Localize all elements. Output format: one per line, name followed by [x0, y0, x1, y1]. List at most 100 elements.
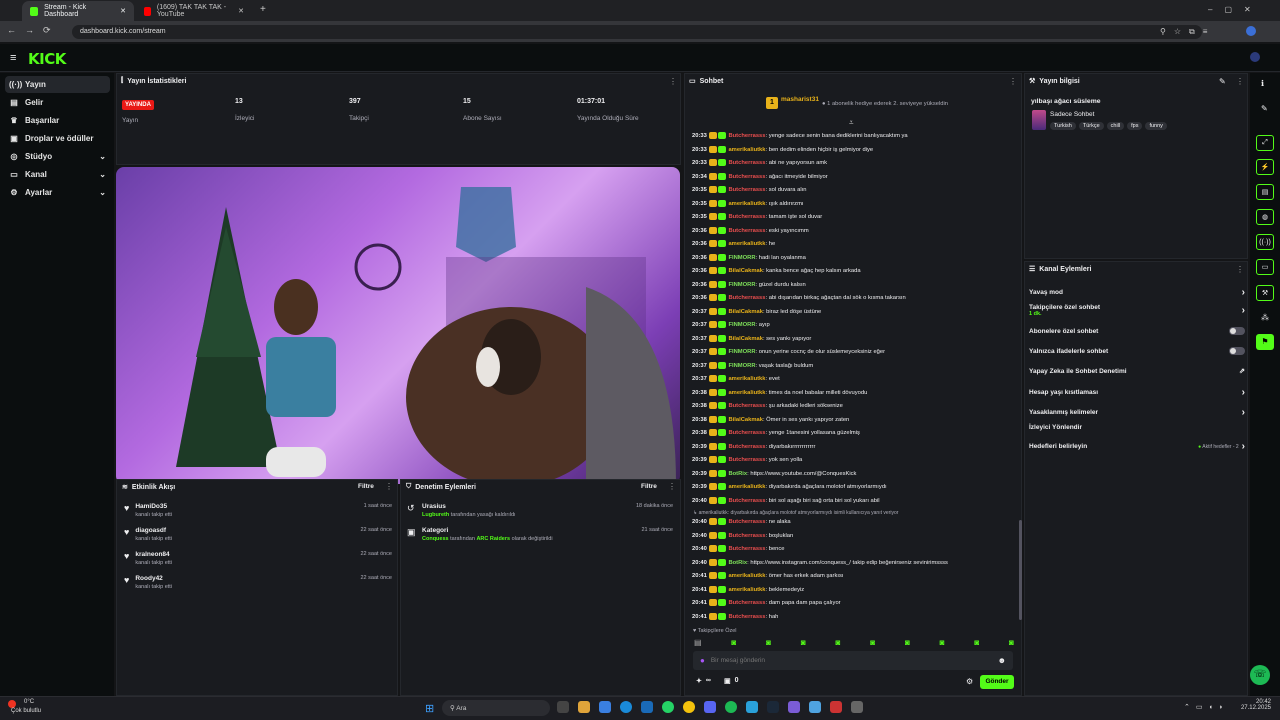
- taskbar-search[interactable]: ⚲ Ara: [442, 700, 550, 716]
- chat-username[interactable]: Butcherrasss: [728, 444, 765, 450]
- app-icon[interactable]: [788, 701, 800, 713]
- chat-username[interactable]: Butcherrasss: [728, 457, 765, 463]
- rail-button-broadcast[interactable]: ((·)): [1256, 234, 1274, 250]
- option-goals[interactable]: Hedefleri belirleyin ● Aktif hedefler - 2…: [1029, 441, 1245, 452]
- sidebar-item-droplar[interactable]: ▣ Droplar ve ödüller: [5, 130, 110, 147]
- tag[interactable]: chill: [1106, 122, 1125, 130]
- clock[interactable]: 20:42 27.12.2025: [1239, 699, 1271, 711]
- whatsapp-icon[interactable]: [662, 701, 674, 713]
- spotify-icon[interactable]: [725, 701, 737, 713]
- follower-name[interactable]: diagoasdf: [135, 527, 172, 534]
- moderator-name[interactable]: Conquess: [422, 536, 449, 542]
- chat-username[interactable]: Butcherrasss: [728, 614, 765, 620]
- points-counter[interactable]: ✦ ∞: [696, 677, 711, 685]
- chat-more-icon[interactable]: ⋮: [1009, 77, 1017, 86]
- sidebar-item-gelir[interactable]: ▤ Gelir: [5, 94, 110, 111]
- option-emotes-only[interactable]: Yalnızca ifadelerle sohbet: [1029, 347, 1245, 355]
- chat-username[interactable]: FINMORR: [728, 322, 755, 328]
- chat-username[interactable]: amerikaliutkk: [728, 241, 765, 247]
- chat-username[interactable]: Butcherrasss: [728, 133, 765, 139]
- chat-username[interactable]: FINMORR: [728, 363, 755, 369]
- moderation-more-icon[interactable]: ⋮: [668, 482, 676, 491]
- emote-icon[interactable]: ◙: [766, 638, 771, 648]
- support-chat-icon[interactable]: ☏: [1250, 665, 1270, 685]
- chat-username[interactable]: amerikaliutkk: [728, 201, 765, 207]
- chat-username[interactable]: Butcherrasss: [728, 214, 765, 220]
- chat-username[interactable]: Butcherrasss: [728, 533, 765, 539]
- chat-username[interactable]: Butcherrasss: [728, 430, 765, 436]
- stream-preview[interactable]: [116, 167, 680, 484]
- chat-username[interactable]: BotRix: [728, 471, 747, 477]
- option-slow-mode[interactable]: Yavaş mod ›: [1029, 287, 1245, 298]
- kick-rail-icon[interactable]: ⚑: [1256, 334, 1274, 350]
- sidebar-item-yayin[interactable]: ((·)) Yayın: [5, 76, 110, 93]
- emote-icon[interactable]: ▤: [694, 638, 702, 648]
- follower-name[interactable]: kralneon84: [135, 551, 172, 558]
- edit-icon[interactable]: ✎: [1219, 77, 1226, 86]
- info-icon[interactable]: ℹ: [1261, 79, 1264, 88]
- option-account-age[interactable]: Hesap yaşı kısıtlaması ›: [1029, 387, 1245, 398]
- emote-icon[interactable]: ◙: [940, 638, 945, 648]
- moderation-filter-button[interactable]: Filtre: [641, 483, 657, 490]
- toggle-switch[interactable]: [1229, 347, 1245, 355]
- tag[interactable]: Türkçe: [1078, 122, 1104, 130]
- chat-username[interactable]: BilalCakmak: [728, 417, 762, 423]
- moderator-name[interactable]: Lugbureth: [422, 512, 449, 518]
- emote-icon[interactable]: ◙: [905, 638, 910, 648]
- chat-username[interactable]: Butcherrasss: [728, 600, 765, 606]
- option-raid[interactable]: İzleyici Yönlendir: [1029, 424, 1245, 431]
- steam-icon[interactable]: [767, 701, 779, 713]
- chat-input[interactable]: ● ☻: [693, 651, 1013, 670]
- user-avatar[interactable]: [1250, 52, 1260, 62]
- browser-toolbar-icons[interactable]: ⚲☆⧉≡: [1160, 27, 1215, 37]
- chat-username[interactable]: FINMORR: [728, 255, 755, 261]
- tray-icons[interactable]: ⌃▭◖◗: [1184, 703, 1229, 711]
- emote-icon[interactable]: ◙: [870, 638, 875, 648]
- rail-button-flash[interactable]: ⚡: [1256, 159, 1274, 175]
- rail-button-panel[interactable]: ▭: [1256, 259, 1274, 275]
- chat-username[interactable]: BilalCakmak: [728, 268, 762, 274]
- chat-username[interactable]: BilalCakmak: [728, 309, 762, 315]
- emote-icon[interactable]: ◙: [974, 638, 979, 648]
- stats-more-icon[interactable]: ⋮: [669, 77, 677, 86]
- emote-icon[interactable]: ◙: [1009, 638, 1014, 648]
- chat-username[interactable]: FINMORR: [728, 282, 755, 288]
- chat-username[interactable]: FINMORR: [728, 349, 755, 355]
- chat-message-field[interactable]: [710, 657, 971, 664]
- sidebar-item-studyo[interactable]: ◎ Stüdyo ⌄: [5, 148, 110, 165]
- chat-username[interactable]: Butcherrasss: [728, 403, 765, 409]
- sidebar-item-basarilar[interactable]: ♛ Başarılar: [5, 112, 110, 129]
- chat-username[interactable]: BilalCakmak: [728, 336, 762, 342]
- activity-more-icon[interactable]: ⋮: [385, 482, 393, 491]
- edge-icon[interactable]: [620, 701, 632, 713]
- explorer-icon[interactable]: [578, 701, 590, 713]
- profile-avatar[interactable]: [1246, 26, 1256, 36]
- settings-icon[interactable]: [851, 701, 863, 713]
- chat-username[interactable]: Butcherrasss: [728, 519, 765, 525]
- app-icon[interactable]: [809, 701, 821, 713]
- rail-button-tools[interactable]: ⚒: [1256, 285, 1274, 301]
- expand-pinned-icon[interactable]: ⩡: [849, 118, 854, 128]
- tab-kick-dashboard[interactable]: Stream - Kick Dashboard ✕: [22, 1, 134, 21]
- chat-username[interactable]: Butcherrasss: [728, 187, 765, 193]
- chat-username[interactable]: amerikaliutkk: [728, 147, 765, 153]
- emote-bar[interactable]: ▤ ◙ ◙ ◙ ◙ ◙ ◙ ◙ ◙ ◙: [694, 638, 1014, 648]
- follower-name[interactable]: HamiDo35: [135, 503, 172, 510]
- category-name[interactable]: Sadece Sohbet: [1050, 111, 1094, 118]
- chat-username[interactable]: amerikaliutkk: [728, 587, 765, 593]
- share-icon[interactable]: ⁂: [1261, 313, 1269, 322]
- emote-icon[interactable]: ◙: [836, 638, 841, 648]
- toggle-switch[interactable]: [1229, 327, 1245, 335]
- kick-logo[interactable]: KICK: [28, 50, 66, 68]
- gift-counter[interactable]: ▣ 0: [724, 677, 739, 685]
- chat-username[interactable]: amerikaliutkk: [728, 573, 765, 579]
- activity-filter-button[interactable]: Filtre: [358, 483, 374, 490]
- follower-name[interactable]: Roody42: [135, 575, 172, 582]
- send-button[interactable]: Gönder: [980, 675, 1014, 689]
- taskview-icon[interactable]: [557, 701, 569, 713]
- chat-username[interactable]: Butcherrasss: [728, 160, 765, 166]
- rail-button-chat[interactable]: ◍: [1256, 209, 1274, 225]
- mic-icon[interactable]: ●: [700, 656, 705, 665]
- new-tab-icon[interactable]: +: [260, 4, 266, 15]
- chat-username[interactable]: Butcherrasss: [728, 295, 765, 301]
